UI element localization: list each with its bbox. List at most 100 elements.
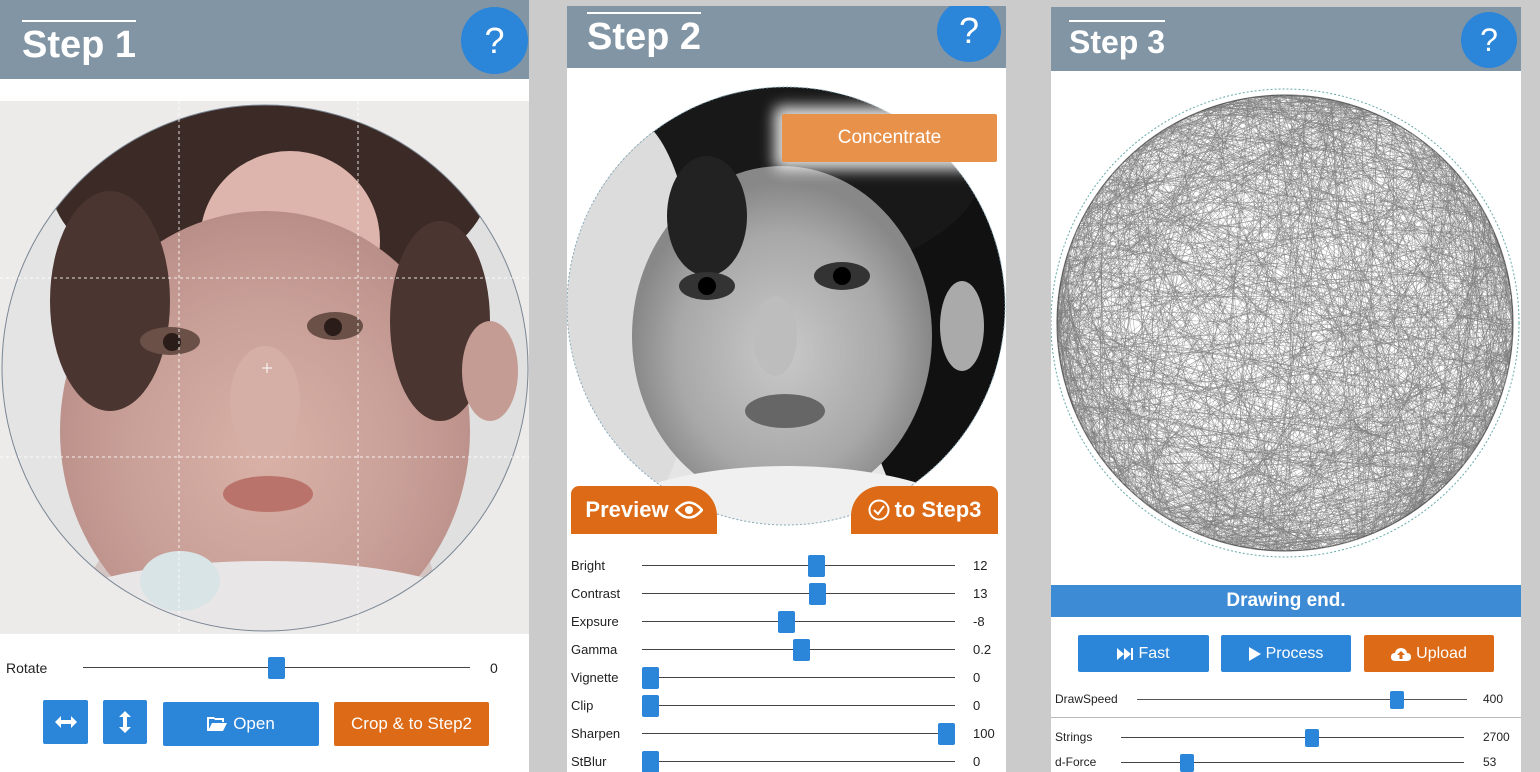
step2-slider-label: Bright [571,558,605,573]
fast-label: Fast [1138,644,1170,662]
step2-slider-value: 0.2 [973,642,992,657]
open-button-label: Open [233,714,275,733]
drawspeed-value: 400 [1483,692,1504,706]
step2-slider-thumb[interactable] [792,639,810,661]
step2-slider-thumb[interactable] [642,667,659,689]
step2-slider-row: Vignette 0 [567,667,1006,689]
step1-panel: Step 1 ? Rotate 0 Open Crop & to Step2 [0,0,529,772]
preview-label: Preview [585,497,669,522]
crop-button-label: Crop & to Step2 [351,714,472,733]
step3-slider-value: 2700 [1483,730,1510,744]
step1-photo-area[interactable] [0,101,529,634]
rotate-thumb[interactable] [268,657,285,679]
step2-slider-track[interactable] [642,565,955,566]
step2-slider-track[interactable] [642,705,955,706]
drawspeed-track[interactable] [1137,699,1467,700]
settings-divider [1051,717,1521,718]
step3-slider-thumb[interactable] [1180,754,1195,772]
step2-slider-value: 0 [973,754,981,769]
step2-slider-track[interactable] [642,733,955,734]
process-label: Process [1265,644,1324,662]
drawspeed-label: DrawSpeed [1055,692,1118,706]
cloud-upload-icon [1391,647,1412,661]
process-button[interactable]: Process [1221,635,1351,672]
step2-slider-thumb[interactable] [807,555,825,577]
step3-slider-track[interactable] [1121,762,1464,763]
step1-header: Step 1 ? [0,0,529,79]
step3-slider-row: d-Force 53 [1051,752,1521,772]
step3-panel: Step 3 ? Drawing end. Fast Process Uploa… [1051,7,1521,772]
upload-label: Upload [1416,644,1467,662]
step2-header: Step 2 ? [567,6,1006,68]
flip-horizontal-button[interactable] [43,700,88,744]
step2-slider-row: Gamma 0.2 [567,639,1006,661]
step3-help-button[interactable]: ? [1461,12,1517,68]
step2-slider-label: StBlur [571,754,607,769]
eye-icon [674,501,703,519]
flip-vertical-button[interactable] [103,700,147,744]
check-circle-icon [868,499,890,521]
step2-slider-track[interactable] [642,593,955,594]
step3-slider-label: Strings [1055,730,1093,744]
fast-button[interactable]: Fast [1078,635,1209,672]
play-icon [1248,646,1261,661]
to-step3-label: to Step3 [894,497,982,522]
step2-slider-label: Sharpen [571,726,621,741]
step2-slider-value: 0 [973,698,981,713]
crop-to-step2-button[interactable]: Crop & to Step2 [334,702,489,746]
rotate-label: Rotate [6,660,48,676]
concentrate-label: Concentrate [837,127,942,148]
step2-slider-thumb[interactable] [642,751,659,772]
step2-slider-thumb[interactable] [778,611,796,633]
step3-header: Step 3 ? [1051,7,1521,71]
step2-slider-value: 13 [973,586,988,601]
step3-title: Step 3 [1069,20,1166,60]
step2-panel: Step 2 ? Concentrate Preview to Step3 Br… [567,6,1006,772]
drawspeed-thumb[interactable] [1389,691,1404,709]
step2-slider-label: Clip [571,698,594,713]
step2-slider-label: Expsure [571,614,619,629]
step2-slider-row: Contrast 13 [567,583,1006,605]
step2-slider-row: StBlur 0 [567,751,1006,772]
step2-slider-value: -8 [973,614,985,629]
step3-slider-value: 53 [1483,755,1497,769]
step3-slider-label: d-Force [1055,755,1097,769]
step2-slider-value: 12 [973,558,988,573]
rotate-value: 0 [490,660,498,676]
step2-slider-row: Bright 12 [567,555,1006,577]
string-art-canvas [1051,88,1520,558]
upload-button[interactable]: Upload [1364,635,1494,672]
step2-slider-value: 0 [973,670,981,685]
step1-photo-crop[interactable] [0,101,529,634]
rotate-slider-row: Rotate 0 [0,657,529,679]
status-bar: Drawing end. [1051,585,1521,617]
fast-forward-icon [1117,647,1134,660]
step1-title: Step 1 [22,20,137,66]
step2-slider-track[interactable] [642,761,955,762]
step2-title: Step 2 [587,12,702,58]
step2-slider-track[interactable] [642,677,955,678]
step3-slider-track[interactable] [1121,737,1464,738]
step2-slider-label: Vignette [571,670,619,685]
step2-slider-row: Sharpen 100 [567,723,1006,745]
open-button[interactable]: Open [163,702,319,746]
step3-slider-row: Strings 2700 [1051,727,1521,749]
to-step3-button[interactable]: to Step3 [851,486,998,534]
step2-slider-row: Expsure -8 [567,611,1006,633]
step2-slider-value: 100 [973,726,995,741]
step1-help-button[interactable]: ? [461,7,528,74]
step2-slider-thumb[interactable] [809,583,827,605]
step2-slider-label: Gamma [571,642,618,657]
step2-slider-track[interactable] [642,621,955,622]
step2-slider-thumb[interactable] [938,723,955,745]
preview-button[interactable]: Preview [571,486,717,534]
arrows-vertical-icon [119,711,131,733]
step2-help-button[interactable]: ? [937,6,1001,62]
drawspeed-slider-row: DrawSpeed 400 [1051,689,1521,711]
step2-slider-label: Contrast [571,586,621,601]
arrows-horizontal-icon [54,716,77,728]
step3-slider-thumb[interactable] [1305,729,1320,747]
concentrate-button[interactable]: Concentrate [782,114,997,162]
step2-slider-thumb[interactable] [642,695,659,717]
step2-slider-row: Clip 0 [567,695,1006,717]
